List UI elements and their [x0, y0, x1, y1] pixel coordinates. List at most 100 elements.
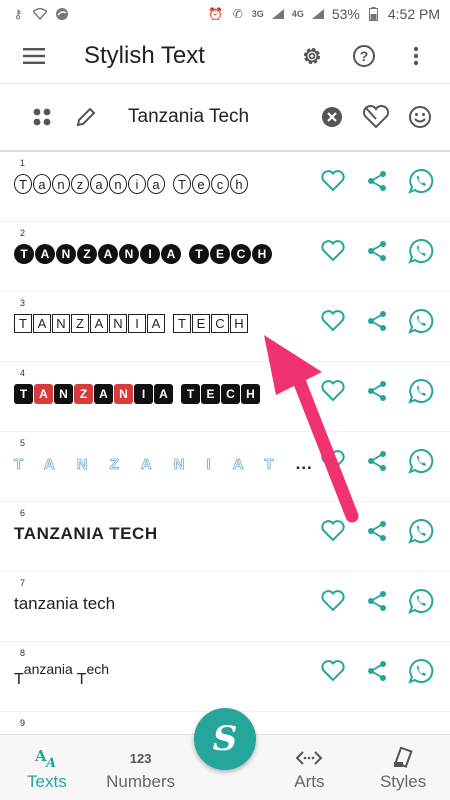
styled-glyph: Z — [77, 244, 97, 264]
whatsapp-icon[interactable] — [406, 166, 436, 196]
styled-glyph: E — [201, 384, 220, 404]
share-icon[interactable] — [362, 586, 392, 616]
settings-gear-icon[interactable] — [294, 38, 330, 74]
row-number: 7 — [20, 578, 26, 588]
styled-glyph: N — [119, 244, 139, 264]
styled-glyph: A — [90, 314, 108, 333]
styled-glyph: A — [98, 244, 118, 264]
row-number: 8 — [20, 648, 26, 658]
share-icon[interactable] — [362, 166, 392, 196]
share-icon[interactable] — [362, 446, 392, 476]
whatsapp-icon[interactable] — [406, 446, 436, 476]
styled-glyph: ech — [86, 661, 110, 677]
signal-icon — [270, 7, 286, 21]
heart-icon[interactable] — [318, 376, 348, 406]
style-row[interactable]: 2 TANZANIATECH — [0, 222, 450, 292]
menu-icon[interactable] — [16, 38, 52, 74]
texts-icon: AA — [35, 744, 59, 772]
share-icon[interactable] — [362, 306, 392, 336]
stylish-fab-button[interactable]: S — [194, 708, 256, 770]
tab-texts[interactable]: AA Texts — [0, 734, 94, 800]
tab-label: Styles — [379, 772, 427, 791]
share-icon[interactable] — [362, 236, 392, 266]
heart-icon[interactable] — [318, 166, 348, 196]
styled-glyph: T — [181, 384, 200, 404]
more-vert-icon[interactable] — [398, 38, 434, 74]
help-icon[interactable]: ? — [346, 38, 382, 74]
style-row[interactable]: 8 Tanzania Tech — [0, 642, 450, 712]
styled-text-negative-circled[interactable]: TANZANIATECH — [14, 244, 272, 264]
status-right-icons: ⏰ ✆ 3G 4G 53% 4:52 PM — [208, 6, 440, 22]
tab-styles[interactable]: Styles — [356, 734, 450, 800]
style-row[interactable]: 3 TANZANIATECH — [0, 292, 450, 362]
tab-numbers[interactable]: 123 Numbers — [94, 734, 188, 800]
svg-text:A: A — [44, 756, 56, 769]
style-row[interactable]: 4 TANZANIATECH — [0, 362, 450, 432]
tab-arts[interactable]: Arts — [263, 734, 357, 800]
network-4g-label: 4G — [291, 9, 304, 19]
heart-icon[interactable] — [318, 306, 348, 336]
row-actions — [318, 586, 436, 616]
styled-glyph: N — [109, 314, 127, 333]
row-number: 3 — [20, 298, 26, 308]
heart-icon[interactable] — [318, 446, 348, 476]
styled-glyph: T — [173, 314, 191, 333]
share-icon[interactable] — [362, 516, 392, 546]
row-number: 5 — [20, 438, 26, 448]
styled-text-negative-squared[interactable]: TANZANIATECH — [14, 384, 260, 404]
code-dots-icon — [296, 744, 323, 772]
wifi-icon — [32, 7, 48, 21]
whatsapp-icon[interactable] — [406, 376, 436, 406]
pencil-edit-icon[interactable] — [68, 99, 104, 135]
network-3g-label: 3G — [251, 9, 264, 19]
style-row[interactable]: 5 TANZANIAT ... — [0, 432, 450, 502]
styled-glyph: T — [14, 314, 32, 333]
styled-glyph: T — [76, 671, 87, 688]
app-title: Stylish Text — [84, 41, 205, 69]
styled-glyph: A — [94, 384, 113, 404]
row-actions — [318, 656, 436, 686]
whatsapp-icon[interactable] — [406, 656, 436, 686]
style-row[interactable]: 6 TANZANIA TECH — [0, 502, 450, 572]
whatsapp-icon[interactable] — [406, 516, 436, 546]
share-icon[interactable] — [362, 376, 392, 406]
heart-icon[interactable] — [318, 586, 348, 616]
row-actions — [318, 306, 436, 336]
styled-glyph: A — [35, 244, 55, 264]
whatsapp-icon[interactable] — [406, 236, 436, 266]
heart-icon[interactable] — [318, 236, 348, 266]
whatsapp-icon[interactable] — [406, 586, 436, 616]
outline-text: TANZANIAT — [14, 455, 296, 473]
styled-glyph: A — [34, 384, 53, 404]
styled-text-bold-caps[interactable]: TANZANIA TECH — [14, 524, 158, 544]
emoji-icon[interactable] — [402, 99, 438, 135]
styled-glyph: H — [252, 244, 272, 264]
tab-label: Numbers — [106, 772, 176, 791]
styled-text-squared[interactable]: TANZANIATECH — [14, 314, 248, 333]
whatsapp-icon[interactable] — [406, 306, 436, 336]
text-input-field[interactable]: Tanzania Tech — [128, 106, 306, 128]
styled-text-lowercase[interactable]: tanzania tech — [14, 594, 115, 614]
grid-dots-icon[interactable] — [24, 99, 60, 135]
styled-glyph: E — [192, 314, 210, 333]
app-bar: Stylish Text ? — [0, 28, 450, 84]
phone-icon: ✆ — [232, 7, 243, 21]
clear-icon[interactable] — [314, 99, 350, 135]
styled-glyph: E — [210, 244, 230, 264]
glyph-space — [166, 314, 172, 333]
styled-glyph: T — [14, 174, 32, 194]
styled-glyph: A — [154, 384, 173, 404]
styled-glyph: C — [211, 314, 229, 333]
styled-text-circled[interactable]: TanzaniaTech — [14, 174, 248, 194]
style-row[interactable]: 7 tanzania tech — [0, 572, 450, 642]
styled-text-outline-spaced[interactable]: TANZANIAT ... — [14, 454, 313, 474]
favorites-heart-icon[interactable] — [358, 99, 394, 135]
battery-percent: 53% — [331, 6, 360, 22]
styled-glyph: H — [230, 314, 248, 333]
heart-icon[interactable] — [318, 656, 348, 686]
heart-icon[interactable] — [318, 516, 348, 546]
styled-text-superscript-mix[interactable]: Tanzania Tech — [14, 661, 110, 688]
style-row[interactable]: 1 TanzaniaTech — [0, 152, 450, 222]
share-icon[interactable] — [362, 656, 392, 686]
styled-glyph: A — [147, 314, 165, 333]
